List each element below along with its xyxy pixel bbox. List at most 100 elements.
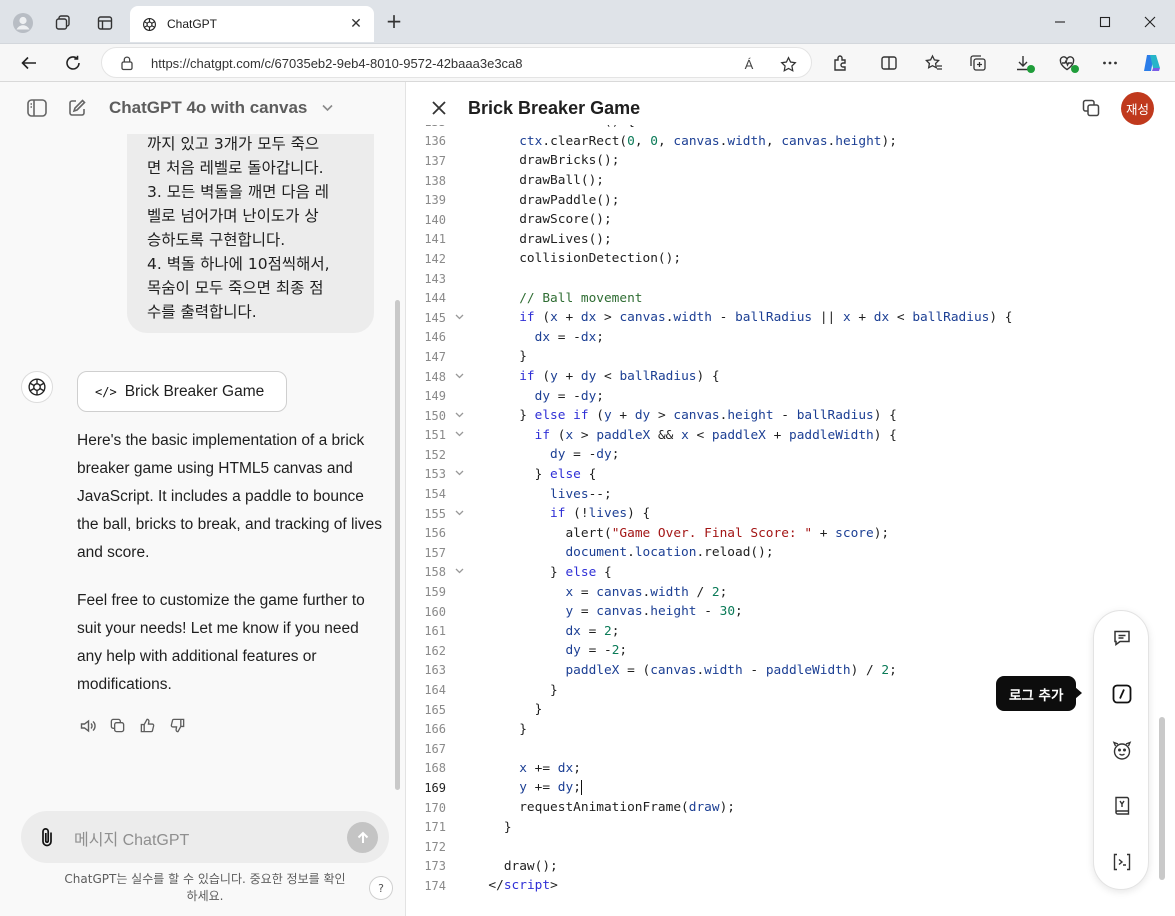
reading-level-icon[interactable] (1110, 794, 1134, 818)
chevron-down-icon[interactable] (322, 102, 333, 115)
code-line[interactable]: 167 (406, 739, 1013, 759)
code-line[interactable]: 162 dy = -2; (406, 641, 1013, 661)
code-line[interactable]: 153 } else { (406, 465, 1013, 485)
code-line[interactable]: 145 if (x + dx > canvas.width - ballRadi… (406, 308, 1012, 328)
fold-chevron-icon[interactable] (446, 567, 473, 577)
fold-chevron-icon[interactable] (446, 411, 473, 421)
new-tab-icon[interactable]: + (383, 11, 405, 33)
code-line[interactable]: 165 } (406, 700, 1013, 720)
code-line[interactable]: 142 collisionDetection(); (406, 249, 1013, 269)
fold-chevron-icon[interactable] (446, 469, 473, 479)
code-line[interactable]: 172 (406, 837, 1013, 857)
refresh-icon[interactable] (59, 49, 87, 77)
more-options-icon[interactable] (1098, 51, 1122, 75)
code-line[interactable]: 156 alert("Game Over. Final Score: " + s… (406, 523, 1013, 543)
minimize-icon[interactable] (1040, 8, 1080, 36)
code-line[interactable]: 164 } (406, 680, 1013, 700)
add-emojis-icon[interactable] (1110, 738, 1134, 762)
code-scrollbar[interactable] (1159, 717, 1165, 880)
attach-paperclip-icon[interactable] (38, 826, 56, 852)
close-canvas-icon[interactable] (428, 97, 450, 119)
split-screen-icon[interactable] (877, 51, 901, 75)
code-line[interactable]: 159 x = canvas.width / 2; (406, 582, 1013, 602)
code-line[interactable]: 174 </script> (406, 876, 1013, 896)
code-line[interactable]: 160 y = canvas.height - 30; (406, 602, 1013, 622)
fold-chevron-icon[interactable] (446, 430, 473, 440)
tab-close-icon[interactable]: ✕ (344, 12, 368, 36)
code-line[interactable]: 137 drawBricks(); (406, 151, 1013, 171)
favorites-icon[interactable] (922, 51, 946, 75)
code-line[interactable]: 149 dy = -dy; (406, 386, 1013, 406)
fold-chevron-icon[interactable] (446, 313, 473, 323)
fold-chevron-icon[interactable] (446, 509, 473, 519)
line-number: 154 (424, 487, 446, 502)
code-line[interactable]: 152 dy = -dy; (406, 445, 1013, 465)
sidebar-toggle-icon[interactable] (26, 97, 48, 119)
downloads-icon[interactable] (1011, 51, 1035, 75)
close-window-icon[interactable] (1130, 8, 1170, 36)
code-review-icon[interactable] (1110, 850, 1134, 874)
user-avatar[interactable]: 재성 (1121, 92, 1154, 125)
code-line[interactable]: 155 if (!lives) { (406, 504, 1013, 524)
code-line[interactable]: 143 (406, 269, 1013, 289)
code-token: } (473, 702, 543, 718)
workspaces-icon[interactable] (52, 12, 74, 34)
suggest-edits-icon[interactable] (1110, 626, 1134, 650)
add-logs-icon[interactable] (1110, 682, 1134, 706)
code-line[interactable]: 135 function draw() { (406, 125, 1013, 132)
copy-icon[interactable] (108, 716, 127, 735)
extensions-icon[interactable] (829, 51, 853, 75)
code-line[interactable]: 169 y += dy; (406, 778, 1013, 798)
read-aloud-icon[interactable]: Á (739, 54, 759, 74)
chat-scrollbar[interactable] (395, 300, 400, 790)
code-line[interactable]: 136 ctx.clearRect(0, 0, canvas.width, ca… (406, 132, 1013, 152)
code-line[interactable]: 166 } (406, 719, 1013, 739)
code-line[interactable]: 150 } else if (y + dy > canvas.height - … (406, 406, 1013, 426)
read-aloud-speaker-icon[interactable] (78, 716, 97, 735)
browser-essentials-icon[interactable] (1055, 51, 1079, 75)
code-line[interactable]: 173 draw(); (406, 857, 1013, 877)
copilot-icon[interactable] (1140, 51, 1164, 75)
message-input[interactable]: 메시지 ChatGPT (74, 826, 189, 850)
help-button[interactable]: ? (369, 876, 393, 900)
thumbs-down-icon[interactable] (168, 716, 187, 735)
model-selector[interactable]: ChatGPT 4o with canvas (109, 98, 307, 118)
profile-icon[interactable] (12, 12, 34, 34)
code-line[interactable]: 148 if (y + dy < ballRadius) { (406, 367, 1013, 387)
code-line[interactable]: 138 drawBall(); (406, 171, 1013, 191)
code-line[interactable]: 140 drawScore(); (406, 210, 1013, 230)
code-line[interactable]: 141 drawLives(); (406, 230, 1013, 250)
code-line[interactable]: 154 lives--; (406, 484, 1013, 504)
code-line[interactable]: 139 drawPaddle(); (406, 190, 1013, 210)
lock-icon[interactable] (120, 55, 134, 75)
code-line[interactable]: 146 dx = -dx; (406, 328, 1013, 348)
collections-icon[interactable] (966, 51, 990, 75)
code-line[interactable]: 170 requestAnimationFrame(draw); (406, 798, 1013, 818)
code-token: script (503, 878, 551, 894)
code-line[interactable]: 163 paddleX = (canvas.width - paddleWidt… (406, 661, 1013, 681)
favorite-star-icon[interactable] (778, 54, 798, 74)
new-chat-icon[interactable] (66, 97, 88, 119)
back-icon[interactable] (15, 49, 43, 77)
url-field[interactable]: https://chatgpt.com/c/67035eb2-9eb4-8010… (101, 47, 812, 78)
code-line[interactable]: 157 document.location.reload(); (406, 543, 1013, 563)
tab-actions-icon[interactable] (94, 12, 116, 34)
message-composer[interactable]: 메시지 ChatGPT (21, 811, 389, 863)
code-line[interactable]: 147 } (406, 347, 1013, 367)
code-line[interactable]: 161 dx = 2; (406, 621, 1013, 641)
code-token: dy (473, 643, 581, 659)
send-button[interactable] (347, 822, 378, 853)
fold-chevron-icon[interactable] (446, 125, 473, 127)
code-line[interactable]: 144 // Ball movement (406, 288, 1013, 308)
browser-tab[interactable]: ChatGPT ✕ (130, 6, 374, 42)
thumbs-up-icon[interactable] (138, 716, 157, 735)
code-line[interactable]: 171 } (406, 817, 1013, 837)
canvas-document-card[interactable]: </> Brick Breaker Game (77, 371, 287, 412)
code-line[interactable]: 168 x += dx; (406, 759, 1013, 779)
copy-code-icon[interactable] (1080, 97, 1102, 119)
code-line[interactable]: 158 } else { (406, 563, 1013, 583)
fold-chevron-icon[interactable] (446, 372, 473, 382)
code-editor[interactable]: 135 function draw() {136 ctx.clearRect(0… (406, 125, 1175, 916)
maximize-icon[interactable] (1085, 8, 1125, 36)
code-line[interactable]: 151 if (x > paddleX && x < paddleX + pad… (406, 426, 1013, 446)
